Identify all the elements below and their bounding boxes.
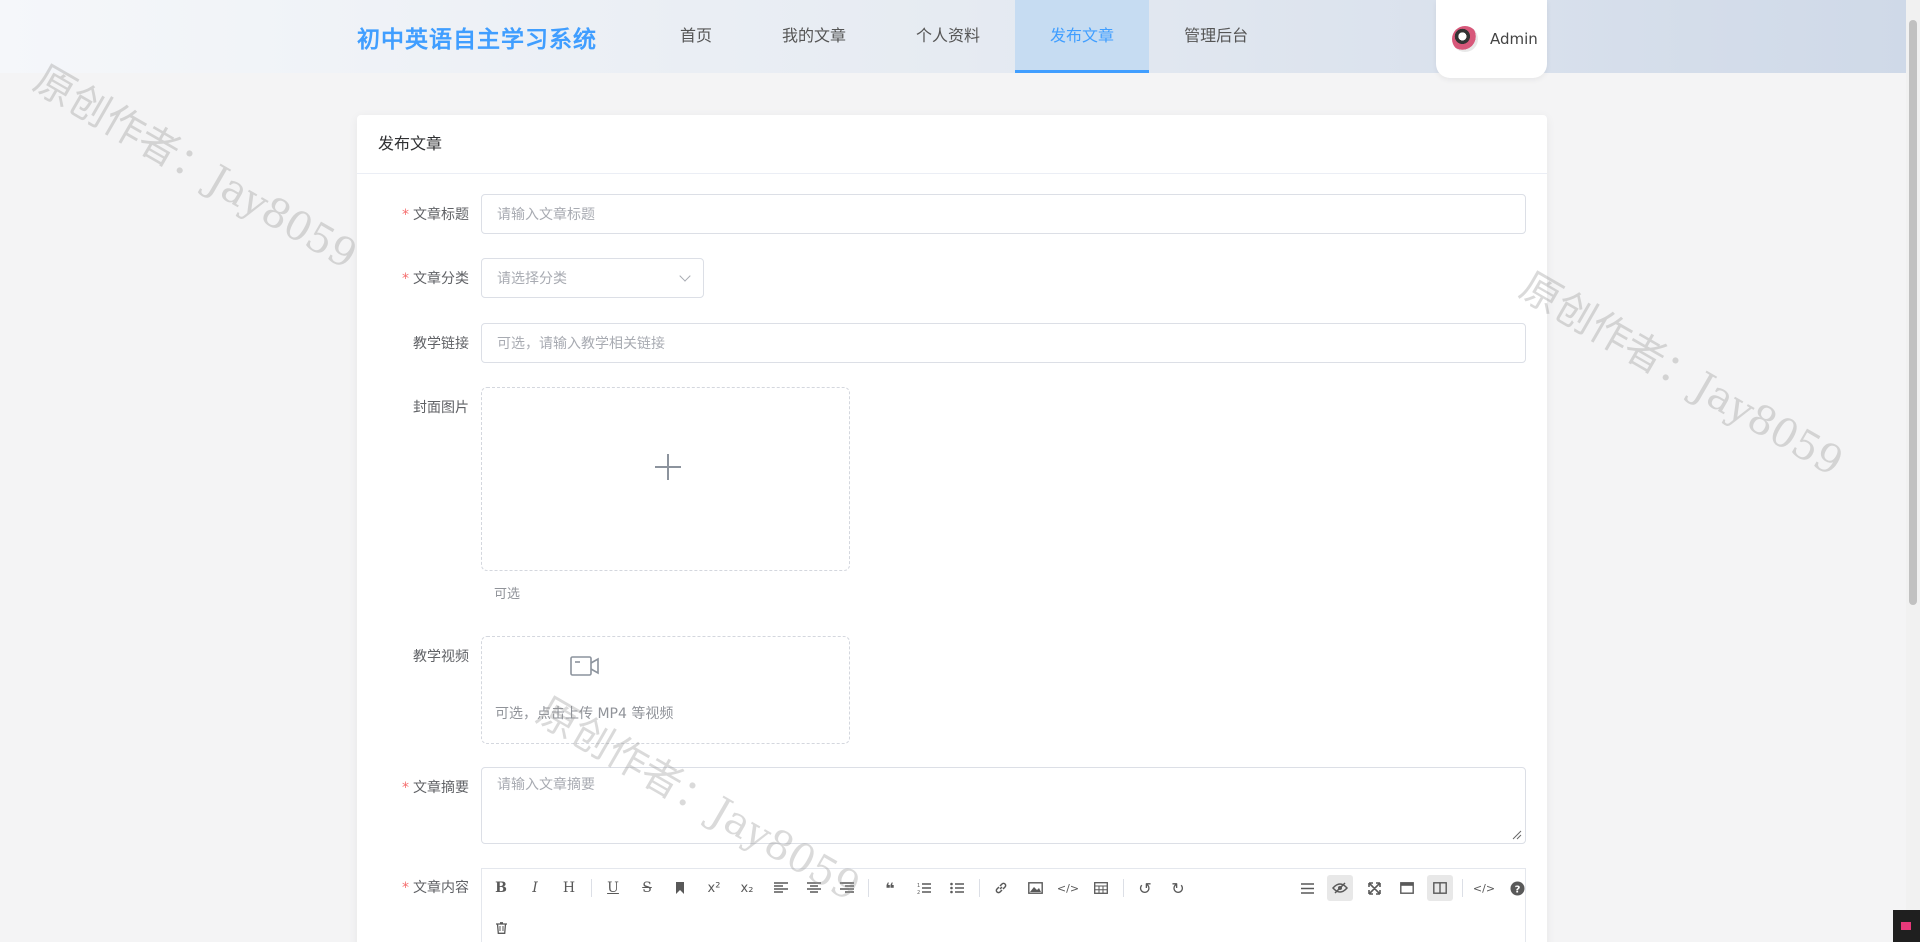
window-icon[interactable] xyxy=(1394,875,1420,901)
main-nav: 首页 我的文章 个人资料 发布文章 管理后台 xyxy=(645,0,1283,73)
superscript-icon[interactable]: x² xyxy=(701,875,727,901)
italic-icon[interactable]: I xyxy=(522,875,548,901)
toolbar-separator xyxy=(591,879,592,897)
svg-text:?: ? xyxy=(1514,884,1520,895)
editor-toolbar: B I H U S x² x₂ ❝ 12 </> ↺ ↻ </> ? xyxy=(481,868,1526,942)
watermark: 原创作者：Jay8059 xyxy=(26,56,365,279)
chevron-down-icon xyxy=(679,270,691,282)
site-logo[interactable]: 初中英语自主学习系统 xyxy=(357,20,597,54)
content-label: * 文章内容 xyxy=(402,880,469,896)
subscript-icon[interactable]: x₂ xyxy=(734,875,760,901)
link-label: 教学链接 xyxy=(413,336,469,352)
quote-icon[interactable]: ❝ xyxy=(877,875,903,901)
resize-handle-icon[interactable] xyxy=(1512,830,1522,840)
heading-icon[interactable]: H xyxy=(556,875,582,901)
table-icon[interactable] xyxy=(1088,875,1114,901)
nav-home[interactable]: 首页 xyxy=(645,0,747,73)
category-placeholder: 请选择分类 xyxy=(497,271,567,287)
toolbar-separator xyxy=(1462,879,1463,897)
video-camera-icon xyxy=(570,656,599,676)
video-uploader[interactable]: 可选，点击上传 MP4 等视频 xyxy=(481,636,850,744)
user-name[interactable]: Admin xyxy=(1490,30,1538,48)
code-icon[interactable]: </> xyxy=(1055,875,1081,901)
help-icon[interactable]: ? xyxy=(1504,875,1530,901)
user-menu[interactable]: Admin xyxy=(1436,0,1547,78)
split-view-icon[interactable] xyxy=(1427,875,1453,901)
strikethrough-icon[interactable]: S xyxy=(634,875,660,901)
toolbar-separator xyxy=(1123,879,1124,897)
title-placeholder: 请输入文章标题 xyxy=(497,207,595,223)
video-label: 教学视频 xyxy=(413,649,469,665)
nav-profile[interactable]: 个人资料 xyxy=(881,0,1015,73)
teaching-link-input[interactable]: 可选，请输入教学相关链接 xyxy=(481,323,1526,363)
scrollbar-thumb[interactable] xyxy=(1909,20,1917,605)
summary-label: * 文章摘要 xyxy=(402,780,469,796)
undo-icon[interactable]: ↺ xyxy=(1132,875,1158,901)
watermark: 原创作者：Jay8059 xyxy=(1512,263,1851,486)
navigation-icon[interactable] xyxy=(1294,875,1320,901)
align-left-icon[interactable] xyxy=(768,875,794,901)
unordered-list-icon[interactable] xyxy=(944,875,970,901)
align-right-icon[interactable] xyxy=(834,875,860,901)
toolbar-separator xyxy=(868,879,869,897)
avatar[interactable] xyxy=(1452,26,1478,52)
corner-flag-icon[interactable] xyxy=(1893,910,1920,942)
nav-admin[interactable]: 管理后台 xyxy=(1149,0,1283,73)
toolbar-separator xyxy=(979,879,980,897)
svg-text:1: 1 xyxy=(917,883,920,889)
summary-textarea[interactable]: 请输入文章摘要 xyxy=(481,767,1526,844)
align-center-icon[interactable] xyxy=(801,875,827,901)
preview-icon[interactable] xyxy=(1327,875,1353,901)
html-code-icon[interactable]: </> xyxy=(1471,875,1497,901)
fullscreen-icon[interactable] xyxy=(1361,875,1387,901)
cover-hint: 可选 xyxy=(494,587,521,602)
top-navbar: 初中英语自主学习系统 首页 我的文章 个人资料 发布文章 管理后台 Admin xyxy=(0,0,1906,78)
video-hint: 可选，点击上传 MP4 等视频 xyxy=(495,706,674,722)
cover-label: 封面图片 xyxy=(413,400,469,416)
title-label: * 文章标题 xyxy=(402,207,469,223)
underline-icon[interactable]: U xyxy=(600,875,626,901)
bold-icon[interactable]: B xyxy=(488,875,514,901)
plus-icon xyxy=(655,454,681,480)
category-label: * 文章分类 xyxy=(402,271,469,287)
cover-image-uploader[interactable] xyxy=(481,387,850,571)
title-input[interactable]: 请输入文章标题 xyxy=(481,194,1526,234)
page-scrollbar[interactable] xyxy=(1906,0,1920,942)
summary-placeholder: 请输入文章摘要 xyxy=(497,777,595,793)
ordered-list-icon[interactable]: 12 xyxy=(911,875,937,901)
trash-icon[interactable] xyxy=(488,915,514,941)
nav-publish-article[interactable]: 发布文章 xyxy=(1015,0,1150,73)
svg-text:2: 2 xyxy=(917,890,920,894)
link-icon[interactable] xyxy=(988,875,1014,901)
nav-my-articles[interactable]: 我的文章 xyxy=(747,0,881,73)
link-placeholder: 可选，请输入教学相关链接 xyxy=(497,336,665,352)
image-icon[interactable] xyxy=(1022,875,1048,901)
category-select[interactable]: 请选择分类 xyxy=(481,258,704,298)
bookmark-icon[interactable] xyxy=(667,875,693,901)
redo-icon[interactable]: ↻ xyxy=(1165,875,1191,901)
card-title: 发布文章 xyxy=(357,115,1547,174)
